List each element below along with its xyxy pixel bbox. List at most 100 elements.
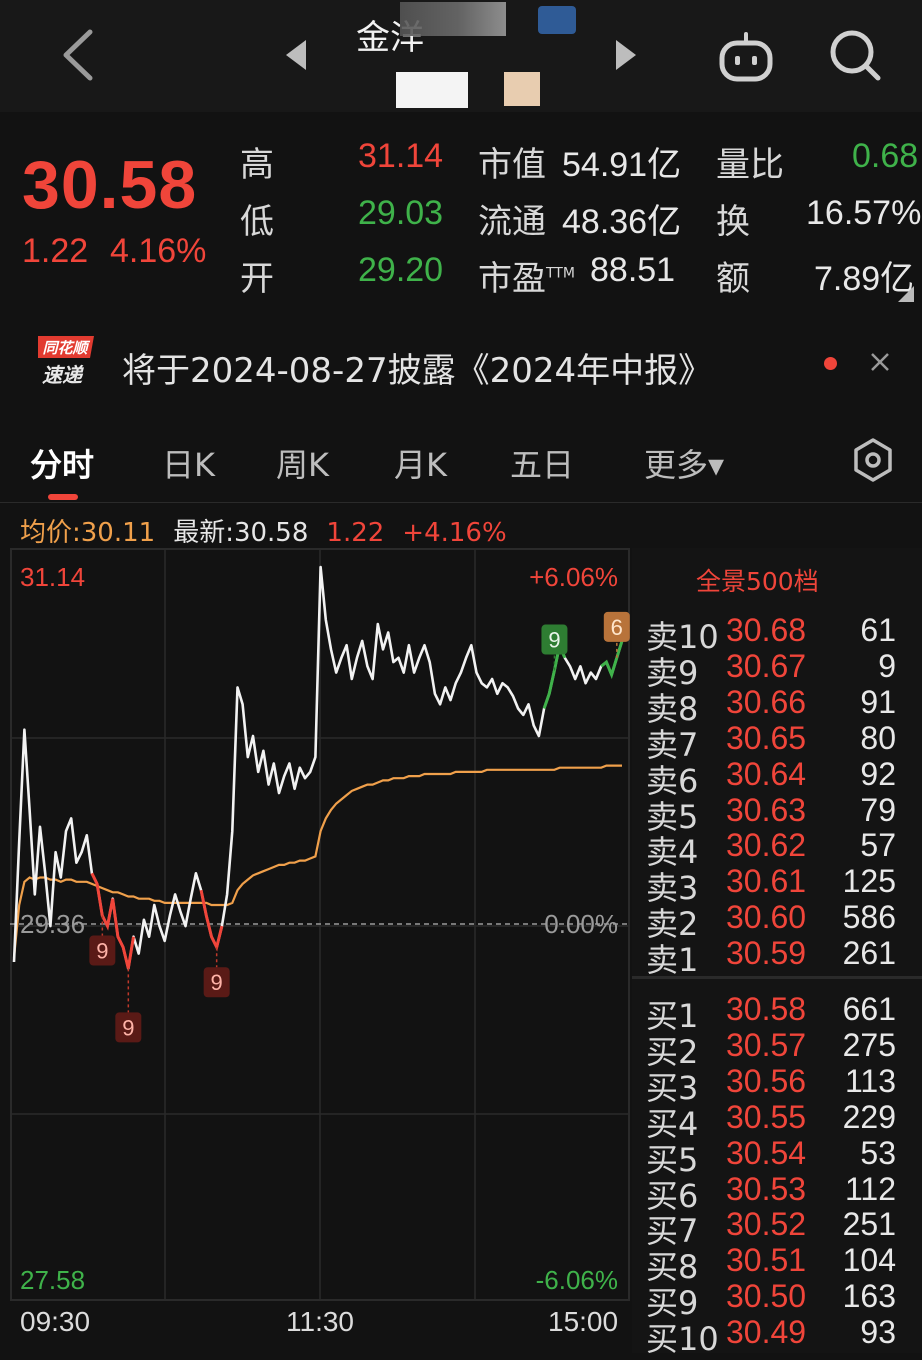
sell-level-volume: 92 xyxy=(860,755,896,792)
sell-level-price: 30.59 xyxy=(726,935,807,972)
next-stock-button[interactable] xyxy=(612,38,638,72)
sell-level-label: 卖1 xyxy=(646,941,699,980)
price-change-percent: 4.16% xyxy=(110,232,207,270)
sell-level-price: 30.68 xyxy=(726,612,807,648)
redaction-block xyxy=(400,2,506,36)
buy-order-row[interactable]: 买5 30.54 53 xyxy=(632,1134,922,1179)
buy-level-price: 30.56 xyxy=(726,1062,807,1099)
buy-level-price: 30.54 xyxy=(726,1134,807,1171)
turnover-value: 16.57% xyxy=(806,194,922,232)
sell-level-volume: 61 xyxy=(860,612,896,648)
buy-order-row[interactable]: 买3 30.56 113 xyxy=(632,1062,922,1107)
signal-marker-label: 9 xyxy=(122,1015,134,1040)
sell-order-row[interactable]: 卖2 30.60 586 xyxy=(632,899,922,943)
open-label: 开 xyxy=(240,259,274,299)
buy-level-volume: 104 xyxy=(842,1242,896,1279)
buy-order-row[interactable]: 买10 30.49 93 xyxy=(632,1314,922,1358)
sell-level-price: 30.60 xyxy=(726,899,807,936)
buy-level-price: 30.51 xyxy=(726,1242,807,1279)
sell-order-row[interactable]: 卖8 30.66 91 xyxy=(632,683,922,728)
buy-level-price: 30.53 xyxy=(726,1170,807,1207)
market-cap-label: 市值 xyxy=(478,145,546,185)
buy-level-volume: 229 xyxy=(842,1098,896,1135)
previous-stock-button[interactable] xyxy=(284,38,310,72)
buy-order-row[interactable]: 买6 30.53 112 xyxy=(632,1170,922,1215)
high-value: 31.14 xyxy=(358,137,444,175)
buy-order-row[interactable]: 买9 30.50 163 xyxy=(632,1278,922,1322)
sell-level-volume: 91 xyxy=(860,683,896,720)
sell-order-row[interactable]: 卖10 30.68 61 xyxy=(632,612,922,656)
buy-level-volume: 93 xyxy=(860,1314,896,1351)
buy-order-row[interactable]: 买2 30.57 275 xyxy=(632,1027,922,1071)
search-button[interactable] xyxy=(826,26,884,84)
pct-max-label: +6.06% xyxy=(529,562,618,592)
redaction-block xyxy=(396,72,468,108)
buy-level-volume: 251 xyxy=(842,1206,896,1243)
buy-order-row[interactable]: 买4 30.55 229 xyxy=(632,1098,922,1143)
tab-daily-k[interactable]: 日K xyxy=(162,440,215,486)
sell-order-row[interactable]: 卖5 30.63 79 xyxy=(632,792,922,836)
buy-level-volume: 112 xyxy=(844,1170,896,1207)
redaction-block xyxy=(504,72,540,106)
time-label: 15:00 xyxy=(548,1306,619,1337)
tab-five-day[interactable]: 五日 xyxy=(510,440,574,486)
active-tab-indicator xyxy=(48,494,78,500)
sell-level-price: 30.66 xyxy=(726,683,807,720)
float-cap-label: 流通 xyxy=(478,202,546,242)
unread-dot xyxy=(824,357,837,370)
sell-level-price: 30.64 xyxy=(726,755,807,792)
buy-level-price: 30.50 xyxy=(726,1278,807,1315)
expand-corner-icon[interactable] xyxy=(898,286,914,302)
close-icon xyxy=(871,353,889,371)
chart-settings-button[interactable] xyxy=(850,436,896,484)
ths-express-logo: 同花顺 速递 xyxy=(34,332,98,392)
notice-text[interactable]: 将于2024-08-27披露《2024年中报》 xyxy=(122,343,712,392)
logo-line2: 速递 xyxy=(42,363,84,387)
sell-level-volume: 261 xyxy=(842,935,896,972)
buy-order-row[interactable]: 买8 30.51 104 xyxy=(632,1242,922,1286)
order-book[interactable]: 全景500档 卖10 30.68 61 卖9 30.67 9 卖8 30.66 91 卖7 30.6… xyxy=(632,548,922,1358)
volume-ratio-label: 量比 xyxy=(716,145,784,185)
pct-zero-label: 0.00% xyxy=(544,909,618,939)
tab-more[interactable]: 更多▾ xyxy=(644,440,724,486)
back-button[interactable] xyxy=(52,22,108,88)
low-value: 29.03 xyxy=(358,194,444,232)
signal-segment xyxy=(542,640,567,709)
buy-order-row[interactable]: 买1 30.58 661 xyxy=(632,991,922,1035)
logo-line1: 同花顺 xyxy=(42,339,90,357)
buy-level-price: 30.49 xyxy=(726,1314,807,1351)
pct-min-label: -6.06% xyxy=(536,1265,618,1295)
order-book-title[interactable]: 全景500档 xyxy=(696,562,819,598)
sell-level-volume: 586 xyxy=(842,899,896,936)
buy-level-volume: 53 xyxy=(860,1134,896,1171)
tab-monthly-k[interactable]: 月K xyxy=(394,440,447,486)
intraday-info-row: 均价:30.11 最新:30.58 1.22 +4.16% xyxy=(20,512,507,549)
sell-order-row[interactable]: 卖9 30.67 9 xyxy=(632,648,922,692)
robot-icon xyxy=(719,32,773,82)
signal-marker-label: 9 xyxy=(548,628,560,653)
pe-value: 88.51 xyxy=(590,251,676,289)
tab-intraday[interactable]: 分时 xyxy=(30,440,94,486)
tab-weekly-k[interactable]: 周K xyxy=(276,440,329,486)
high-label: 高 xyxy=(240,145,274,185)
sell-order-row[interactable]: 卖6 30.64 92 xyxy=(632,755,922,800)
market-cap-value: 54.91亿 xyxy=(562,146,682,184)
sell-order-row[interactable]: 卖1 30.59 261 xyxy=(632,935,922,979)
signal-marker-label: 9 xyxy=(211,970,223,995)
sell-level-volume: 57 xyxy=(860,827,896,864)
redaction-block xyxy=(538,6,576,34)
intraday-chart[interactable]: 9 9 9 9 6 31.14 +6.06% 29.36 0.00% 27.58 -6.06% xyxy=(10,548,630,1310)
pe-label-text: 市盈 xyxy=(478,259,546,299)
buy-level-volume: 661 xyxy=(842,991,896,1027)
buy-level-volume: 163 xyxy=(842,1278,896,1315)
sell-order-row[interactable]: 卖4 30.62 57 xyxy=(632,827,922,871)
sell-order-row[interactable]: 卖7 30.65 80 xyxy=(632,720,922,764)
notice-close-button[interactable] xyxy=(868,350,892,374)
buy-order-row[interactable]: 买7 30.52 251 xyxy=(632,1206,922,1250)
prev-close-label: 29.36 xyxy=(20,909,85,939)
time-label: 09:30 xyxy=(20,1306,91,1337)
buy-level-label: 买10 xyxy=(646,1320,719,1359)
robot-assistant-button[interactable] xyxy=(716,30,776,84)
average-price-line xyxy=(12,764,622,958)
sell-order-row[interactable]: 卖3 30.61 125 xyxy=(632,863,922,907)
